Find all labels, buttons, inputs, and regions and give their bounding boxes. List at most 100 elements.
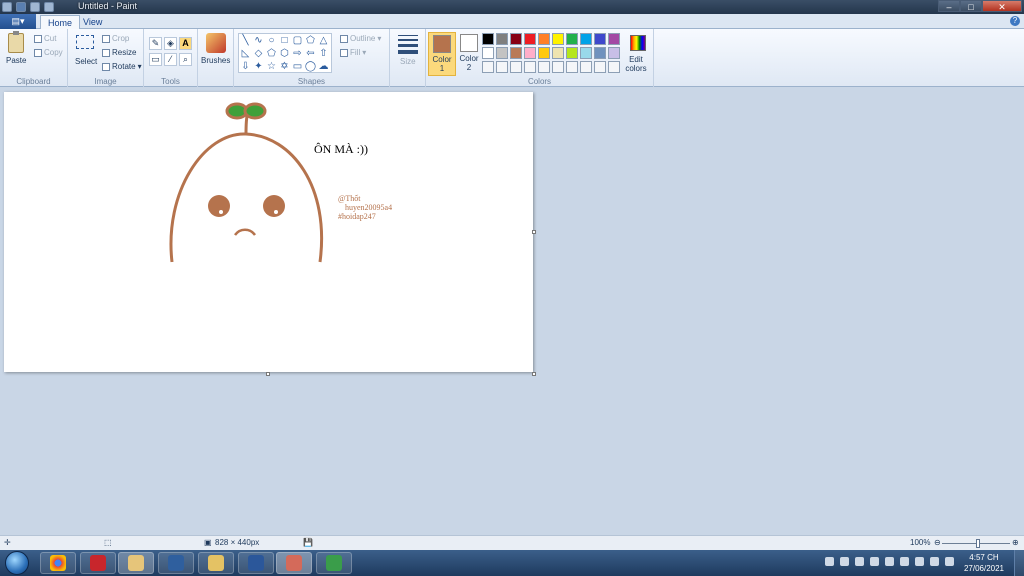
text-tool-icon[interactable]: A [179,37,192,50]
brushes-button[interactable]: Brushes [201,56,230,65]
right-arrow-shape-icon[interactable]: ⇨ [291,47,304,60]
taskbar-paint-active[interactable] [276,552,312,574]
palette-color-swatch[interactable] [594,47,606,59]
zoom-slider-thumb[interactable] [976,539,980,548]
edit-colors-button[interactable]: Edit colors [622,29,650,81]
paint-app-icon[interactable] [2,2,12,12]
tray-icon[interactable] [885,557,894,566]
palette-color-swatch[interactable] [538,47,550,59]
color1-button[interactable]: Color 1 [428,32,456,76]
tab-home[interactable]: Home [40,15,81,29]
diamond-shape-icon[interactable]: ◇ [252,47,265,60]
fill-bucket-icon[interactable]: ◈ [164,37,177,50]
palette-color-swatch[interactable] [552,47,564,59]
close-button[interactable]: ✕ [982,0,1022,12]
oval-shape-icon[interactable]: ○ [265,34,278,47]
palette-color-swatch[interactable] [566,61,578,73]
minimize-button[interactable]: – [938,0,960,12]
palette-color-swatch[interactable] [524,33,536,45]
size-icon[interactable] [398,35,418,57]
palette-color-swatch[interactable] [552,61,564,73]
palette-color-swatch[interactable] [580,47,592,59]
redo-icon[interactable] [44,2,54,12]
down-arrow-shape-icon[interactable]: ⇩ [239,60,252,73]
brush-icon[interactable] [206,33,226,53]
taskbar-explorer[interactable] [198,552,234,574]
paste-icon[interactable] [8,31,24,53]
rectangle-shape-icon[interactable]: □ [278,34,291,47]
show-desktop-button[interactable] [1014,550,1024,576]
taskbar-app[interactable] [158,552,194,574]
tab-view[interactable]: View [76,15,109,29]
palette-color-swatch[interactable] [524,61,536,73]
tray-icon[interactable] [870,557,879,566]
flag-icon[interactable] [900,557,909,566]
magnifier-icon[interactable]: ⌕ [179,53,192,66]
tray-icon[interactable] [840,557,849,566]
taskbar-app-green[interactable] [316,552,352,574]
palette-color-swatch[interactable] [580,61,592,73]
palette-color-swatch[interactable] [608,47,620,59]
right-triangle-shape-icon[interactable]: ◺ [239,47,252,60]
five-point-star-icon[interactable]: ☆ [265,60,278,73]
palette-color-swatch[interactable] [496,33,508,45]
zoom-in-button[interactable]: ⊕ [1012,538,1019,547]
triangle-shape-icon[interactable]: △ [317,34,330,47]
fill-button[interactable]: Fill ▾ [340,48,366,57]
tray-icon[interactable] [825,557,834,566]
palette-color-swatch[interactable] [594,33,606,45]
copy-button[interactable]: Copy [34,48,63,57]
palette-color-swatch[interactable] [496,61,508,73]
palette-color-swatch[interactable] [580,33,592,45]
polygon-shape-icon[interactable]: ⬠ [304,34,317,47]
taskbar-paint-pinned[interactable] [118,552,154,574]
palette-color-swatch[interactable] [482,61,494,73]
palette-color-swatch[interactable] [538,61,550,73]
palette-color-swatch[interactable] [566,33,578,45]
resize-handle-corner[interactable] [532,372,536,376]
drawing-canvas[interactable]: ÔN MÀ :)) @Thốt huyen20095a4 #hoidap247 [4,92,533,372]
shapes-gallery[interactable]: ╲ ∿ ○ □ ▢ ⬠ △ ◺ ◇ ⬠ ⬡ ⇨ ⇦ ⇧ ⇩ ✦ ☆ ✡ ▭ ◯ … [238,33,332,73]
resize-handle-bottom[interactable] [266,372,270,376]
up-arrow-shape-icon[interactable]: ⇧ [317,47,330,60]
resize-button[interactable]: Resize [102,48,136,57]
palette-color-swatch[interactable] [510,61,522,73]
palette-color-swatch[interactable] [482,47,494,59]
paint-menu-button[interactable]: ▤▾ [0,14,36,29]
pentagon-shape-icon[interactable]: ⬠ [265,47,278,60]
curve-shape-icon[interactable]: ∿ [252,34,265,47]
color2-button[interactable]: Color 2 [455,32,483,76]
palette-color-swatch[interactable] [552,33,564,45]
select-button[interactable]: Select [75,57,97,66]
language-icon[interactable] [945,557,954,566]
callout-oval-icon[interactable]: ◯ [304,60,317,73]
tray-icon[interactable] [855,557,864,566]
start-button[interactable] [5,551,29,575]
volume-icon[interactable] [930,557,939,566]
taskbar-chrome[interactable] [40,552,76,574]
resize-handle-right[interactable] [532,230,536,234]
rotate-button[interactable]: Rotate ▾ [102,62,142,71]
size-button[interactable]: Size [400,57,416,66]
select-icon[interactable] [76,35,94,49]
palette-color-swatch[interactable] [482,33,494,45]
palette-color-swatch[interactable] [510,47,522,59]
cut-button[interactable]: Cut [34,34,56,43]
cloud-callout-icon[interactable]: ☁ [317,60,330,73]
pencil-icon[interactable]: ✎ [149,37,162,50]
taskbar-unikey[interactable] [80,552,116,574]
maximize-button[interactable]: □ [960,0,982,12]
save-icon[interactable] [16,2,26,12]
help-icon[interactable]: ? [1010,16,1020,26]
line-shape-icon[interactable]: ╲ [239,34,252,47]
rounded-rect-shape-icon[interactable]: ▢ [291,34,304,47]
eraser-icon[interactable]: ▭ [149,53,162,66]
network-icon[interactable] [915,557,924,566]
palette-color-swatch[interactable] [608,61,620,73]
zoom-out-button[interactable]: ⊖ [934,538,941,547]
clock[interactable]: 4:57 CH 27/06/2021 [964,552,1004,574]
left-arrow-shape-icon[interactable]: ⇦ [304,47,317,60]
crop-button[interactable]: Crop [102,34,129,43]
undo-icon[interactable] [30,2,40,12]
paste-button[interactable]: Paste [6,56,26,65]
